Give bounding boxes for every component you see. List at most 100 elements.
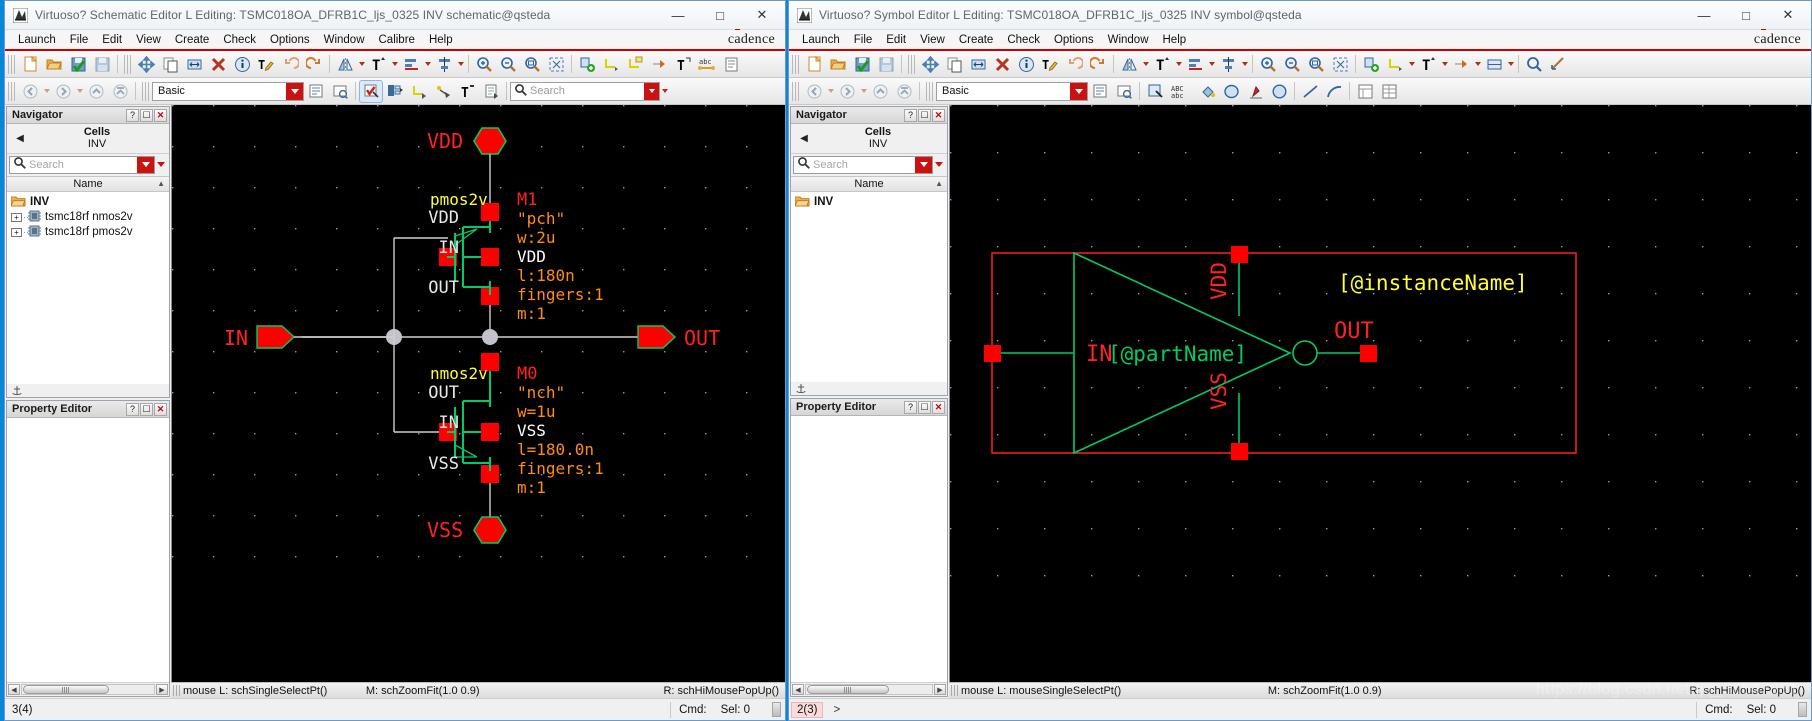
annotation-browser-icon[interactable] [1113, 81, 1135, 102]
line-icon[interactable] [1299, 81, 1321, 102]
check-save-icon[interactable] [67, 54, 89, 75]
table-view-icon[interactable] [1378, 81, 1400, 102]
forward-nav-icon[interactable] [52, 81, 74, 102]
delete-icon[interactable] [207, 54, 229, 75]
ellipse-icon[interactable] [1220, 81, 1242, 102]
add-pin-icon[interactable] [648, 54, 670, 75]
palette-dropdown-caret[interactable] [1070, 82, 1087, 100]
resize-grip[interactable] [1798, 702, 1807, 717]
search-options-caret[interactable] [660, 81, 669, 102]
delete-icon[interactable] [991, 54, 1013, 75]
add-label-icon[interactable]: T [1417, 54, 1439, 75]
menu-file[interactable]: File [63, 33, 96, 47]
navigator-search-input[interactable]: Search [793, 155, 933, 174]
forward-dropdown-caret[interactable] [859, 81, 868, 102]
forward-dropdown-caret[interactable] [75, 81, 84, 102]
toolbar-grip[interactable] [124, 54, 131, 74]
stretch-icon[interactable] [183, 54, 205, 75]
net-select-icon[interactable] [408, 81, 430, 102]
distribute-dropdown-caret[interactable] [1240, 54, 1249, 75]
up-hierarchy-icon[interactable] [869, 81, 891, 102]
copy-icon[interactable] [159, 54, 181, 75]
top-hierarchy-icon[interactable] [109, 81, 131, 102]
tree-item-pmos[interactable]: + ·· tsmc18rf pmos2v [7, 225, 169, 240]
toolbar-grip[interactable] [926, 81, 933, 101]
abc-note-icon[interactable]: abc [696, 54, 718, 75]
navigator-column-header[interactable]: Name ▲ [7, 175, 169, 192]
menu-view[interactable]: View [913, 33, 952, 47]
menu-create[interactable]: Create [168, 33, 217, 47]
toolbar-grip[interactable] [908, 54, 915, 74]
navigator-search-dropdown-caret[interactable] [137, 156, 154, 173]
zoom-region-icon[interactable] [521, 54, 543, 75]
edit-properties-icon[interactable]: T [255, 54, 277, 75]
scroll-right-icon[interactable]: ▶ [156, 684, 168, 695]
menu-window[interactable]: Window [317, 33, 372, 47]
add-wire-caret[interactable] [1407, 54, 1416, 75]
mirror-dropdown-caret[interactable] [357, 54, 366, 75]
up-hierarchy-icon[interactable] [85, 81, 107, 102]
zoom-in-icon[interactable] [1257, 54, 1279, 75]
fill-bucket-icon[interactable] [1196, 81, 1218, 102]
scroll-track[interactable] [805, 684, 933, 695]
menu-options[interactable]: Options [1047, 33, 1101, 47]
select-tool-icon[interactable] [359, 79, 383, 103]
property-editor-body[interactable] [7, 418, 169, 682]
menu-help[interactable]: Help [1156, 33, 1194, 47]
label-select-icon[interactable]: T [456, 81, 478, 102]
distribute-dropdown-caret[interactable] [456, 54, 465, 75]
menu-help[interactable]: Help [422, 33, 460, 47]
distribute-icon[interactable] [433, 54, 455, 75]
minimize-button[interactable]: — [1683, 2, 1725, 28]
instance-select-icon[interactable] [384, 81, 406, 102]
distribute-icon[interactable] [1217, 54, 1239, 75]
expand-icon[interactable]: + [11, 212, 22, 222]
forward-nav-icon[interactable] [836, 81, 858, 102]
undock-button[interactable]: ☐ [918, 108, 931, 122]
redo-icon[interactable] [1087, 54, 1109, 75]
add-wire-icon[interactable] [1384, 54, 1406, 75]
text-icon[interactable]: T [367, 54, 389, 75]
new-file-icon[interactable] [19, 54, 41, 75]
search-icon[interactable] [1523, 54, 1545, 75]
menu-window[interactable]: Window [1101, 33, 1156, 47]
scroll-thumb[interactable] [807, 685, 889, 694]
tree-item-nmos[interactable]: + ·· tsmc18rf nmos2v [7, 210, 169, 225]
zoom-region-icon[interactable] [1305, 54, 1327, 75]
zoom-fit-icon[interactable] [545, 54, 567, 75]
open-file-icon[interactable] [43, 54, 65, 75]
menu-launch[interactable]: Launch [795, 33, 847, 47]
pin-select-icon[interactable] [432, 81, 454, 102]
align-left-icon[interactable] [1184, 54, 1206, 75]
abc-text-icon[interactable]: ABC abc [1168, 81, 1194, 102]
schematic-canvas[interactable]: VDD VDD IN OUT pmos2v M1 "pch" w:2u VDD … [171, 105, 785, 682]
scroll-thumb[interactable] [23, 685, 109, 694]
toolbar-grip[interactable] [8, 54, 15, 74]
layers-panel-icon[interactable] [1089, 81, 1111, 102]
edit-properties-icon[interactable]: T [1039, 54, 1061, 75]
save-icon[interactable] [91, 54, 113, 75]
palette-combo[interactable]: Basic [152, 81, 304, 101]
mirror-icon[interactable] [334, 54, 356, 75]
zoom-out-icon[interactable] [497, 54, 519, 75]
navigator-column-header[interactable]: Name ▲ [791, 175, 947, 192]
help-button[interactable]: ? [126, 402, 139, 416]
close-pane-button[interactable]: ✕ [154, 108, 167, 122]
move-icon[interactable] [135, 54, 157, 75]
form-view-icon[interactable] [1354, 81, 1376, 102]
zoom-in-icon[interactable] [473, 54, 495, 75]
resize-grip[interactable] [772, 702, 781, 717]
symbol-cmd-prompt[interactable]: > [833, 704, 840, 716]
copy-icon[interactable] [943, 54, 965, 75]
toolbar-grip[interactable] [8, 81, 15, 101]
menu-view[interactable]: View [129, 33, 168, 47]
back-dropdown-caret[interactable] [826, 81, 835, 102]
new-file-icon[interactable] [803, 54, 825, 75]
add-shape-caret[interactable] [1506, 54, 1515, 75]
symbol-canvas[interactable]: IN OUT VDD VSS [@partName] [@instanceNam… [949, 105, 1811, 682]
property-editor-hscrollbar[interactable]: ◀ ▶ [791, 682, 947, 696]
close-pane-button[interactable]: ✕ [932, 108, 945, 122]
navigator-back-icon[interactable]: ◀ [11, 133, 29, 144]
add-pin-caret[interactable] [1473, 54, 1482, 75]
help-button[interactable]: ? [126, 108, 139, 122]
